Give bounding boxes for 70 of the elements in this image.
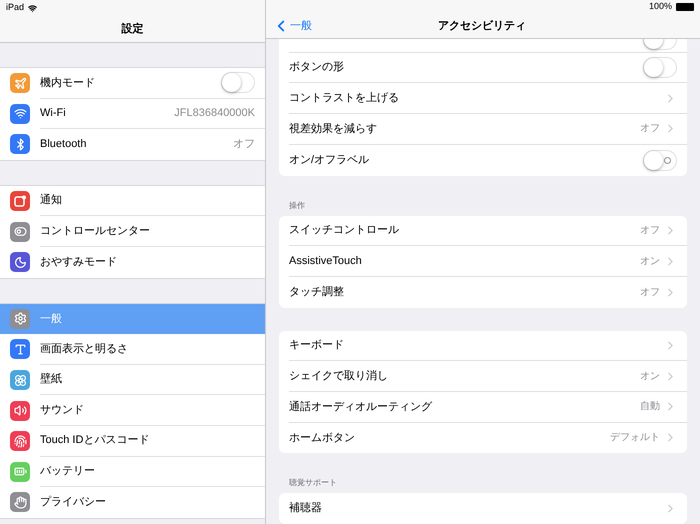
row-value: 自動 (640, 400, 660, 414)
settings-row[interactable]: ボタンの形 (279, 52, 687, 84)
item-value: JFL836840000K (174, 106, 255, 122)
row-label: ボタンの形 (289, 60, 345, 76)
row-label: タッチ調整 (289, 284, 345, 300)
row-value: オフ (640, 224, 660, 238)
row-label: コントラストを上げる (289, 91, 400, 106)
settings-row[interactable]: AssistiveTouch オン (279, 246, 687, 277)
sidebar-title: 設定 (122, 22, 144, 37)
device-name: iPad (6, 1, 24, 14)
row-value: オン (640, 370, 660, 384)
settings-row[interactable]: キーボード (279, 330, 687, 362)
row-value: デフォルト (610, 431, 660, 446)
section-header: 聴覚サポート (288, 477, 338, 490)
sidebar-item[interactable]: Wi-Fi JFL836840000K (0, 98, 265, 130)
toggle-switch[interactable] (643, 150, 677, 171)
sidebar-item[interactable]: バッテリー (0, 456, 265, 488)
item-label: おやすみモード (40, 255, 118, 270)
row-label: 視差効果を減らす (289, 122, 378, 137)
toggle-switch[interactable] (221, 72, 255, 94)
item-value: オフ (233, 137, 255, 152)
back-button[interactable]: 一般 (266, 17, 312, 36)
sidebar-item[interactable]: コントロールセンター (0, 216, 265, 247)
sidebar-item[interactable]: 壁紙 (0, 364, 265, 396)
item-label: Touch IDとパスコード (40, 433, 150, 448)
sidebar-item[interactable]: おやすみモード (0, 246, 265, 278)
sidebar-item[interactable]: 通知 (0, 186, 265, 216)
item-label: 通知 (40, 192, 63, 208)
row-label: 補聴器 (289, 501, 323, 516)
sidebar-item[interactable]: 画面表示と明るさ (0, 334, 265, 365)
item-label: Wi-Fi (40, 106, 67, 122)
sidebar-item[interactable]: Touch IDとパスコード (0, 426, 265, 457)
item-label: コントロールセンター (40, 224, 151, 239)
sidebar-item[interactable]: プライバシー (0, 487, 265, 518)
item-label: プライバシー (40, 494, 107, 510)
settings-row[interactable]: 通話オーディオルーティング 自動 (279, 392, 687, 423)
toggle-switch[interactable] (643, 57, 677, 78)
item-label: Bluetooth (40, 137, 88, 152)
row-label: AssistiveTouch (289, 254, 363, 269)
settings-row[interactable]: コントラストを上げる (279, 83, 687, 114)
row-label: 通話オーディオルーティング (289, 400, 434, 415)
row-value: オン (640, 254, 660, 269)
row-label: ホームボタン (289, 430, 356, 446)
sidebar-item[interactable]: サウンド (0, 395, 265, 426)
page-title: アクセシビリティ (438, 18, 526, 34)
row-value: オフ (640, 122, 660, 136)
section-header: 操作 (288, 200, 306, 212)
item-label: 機内モード (40, 76, 96, 91)
settings-row[interactable]: タッチ調整 オフ (279, 276, 687, 308)
sidebar-item[interactable]: 機内モード (0, 68, 265, 99)
item-label: 一般 (40, 312, 63, 327)
settings-row[interactable]: オン/オフラベル (279, 144, 687, 176)
settings-row[interactable]: 補聴器 (279, 493, 687, 524)
row-value: オフ (640, 286, 660, 300)
battery-icon (676, 3, 694, 12)
item-label: サウンド (40, 402, 85, 418)
battery-percent: 100% (648, 0, 672, 14)
settings-row[interactable]: スイッチコントロール オフ (279, 216, 687, 246)
settings-row[interactable]: シェイクで取り消し オン (279, 361, 687, 392)
sidebar-item[interactable]: Bluetooth オフ (0, 129, 265, 160)
row-label: シェイクで取り消し (289, 368, 389, 384)
item-label: 画面表示と明るさ (40, 342, 129, 357)
item-label: バッテリー (40, 464, 96, 480)
settings-row[interactable]: ホームボタン デフォルト (279, 422, 687, 454)
settings-row[interactable]: 視差効果を減らす オフ (279, 114, 687, 145)
item-label: 壁紙 (40, 372, 63, 388)
wifi-icon (28, 4, 38, 12)
row-label: スイッチコントロール (289, 223, 400, 238)
row-label: キーボード (289, 338, 345, 354)
row-label: オン/オフラベル (289, 152, 370, 168)
